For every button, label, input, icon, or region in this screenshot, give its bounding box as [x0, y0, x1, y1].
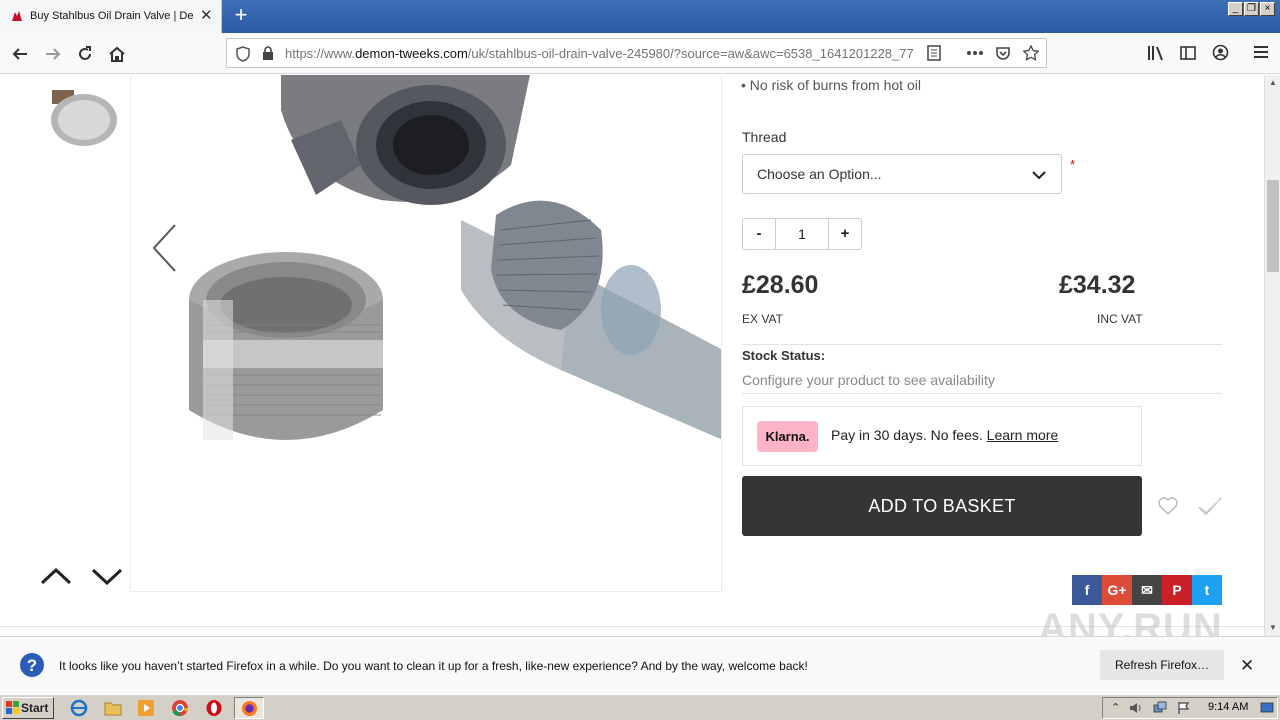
volume-icon[interactable]	[1129, 701, 1143, 715]
oil-drain-valve-image	[189, 75, 721, 440]
notification-message: It looks like you haven’t started Firefo…	[59, 659, 808, 673]
back-button[interactable]	[8, 42, 32, 66]
chevron-down-icon	[91, 568, 123, 586]
page-actions-icon[interactable]	[966, 50, 984, 56]
compare-check-icon[interactable]	[1197, 495, 1223, 517]
account-icon[interactable]	[1212, 44, 1229, 61]
inc-vat-label: INC VAT	[1097, 312, 1143, 326]
product-thumbnail[interactable]	[44, 88, 120, 150]
scroll-down-arrow-icon[interactable]: ▼	[1268, 623, 1278, 633]
share-pinterest-button[interactable]: P	[1162, 575, 1192, 605]
notification-close-icon[interactable]: ✕	[1240, 656, 1254, 676]
media-player-icon[interactable]	[137, 699, 155, 717]
chevron-left-icon	[152, 224, 176, 272]
internet-explorer-icon[interactable]	[70, 699, 88, 717]
quantity-increase-button[interactable]: +	[828, 219, 861, 249]
required-indicator: *	[1070, 157, 1076, 172]
refresh-firefox-button[interactable]: Refresh Firefox…	[1100, 650, 1224, 680]
minimize-window-button[interactable]: _	[1228, 2, 1243, 16]
home-button[interactable]	[105, 42, 129, 66]
feature-bullet-text: No risk of burns from hot oil	[749, 77, 921, 93]
price-ex-vat: £28.60	[742, 271, 819, 299]
forward-button[interactable]	[41, 42, 65, 66]
tab-close-icon[interactable]: ✕	[200, 8, 213, 23]
firefox-icon	[241, 700, 258, 717]
stock-status-label: Stock Status:	[742, 348, 826, 363]
forward-arrow-icon	[46, 48, 61, 60]
thread-select-value: Choose an Option...	[757, 166, 882, 182]
scroll-up-arrow-icon[interactable]: ▲	[1268, 78, 1278, 88]
firefox-taskbar-button[interactable]	[234, 697, 264, 719]
add-to-basket-button[interactable]: ADD TO BASKET	[742, 476, 1142, 536]
lock-icon[interactable]	[262, 46, 274, 61]
thumbnail-scroll-up-button[interactable]	[40, 567, 72, 588]
browser-tab[interactable]: Buy Stahlbus Oil Drain Valve | Demon Twe…	[0, 0, 222, 33]
pocket-icon[interactable]	[995, 45, 1011, 61]
product-page: • No risk of burns from hot oil Thread C…	[0, 75, 1264, 628]
hamburger-menu-icon[interactable]	[1253, 45, 1269, 59]
share-google-plus-button[interactable]: G+	[1102, 575, 1132, 605]
start-button[interactable]: Start	[2, 697, 54, 719]
ex-vat-label: EX VAT	[742, 312, 783, 326]
klarna-logo: Klarna.	[757, 421, 818, 452]
chrome-icon[interactable]	[171, 699, 189, 717]
klarna-banner: Klarna. Pay in 30 days. No fees. Learn m…	[742, 406, 1142, 466]
thread-select[interactable]: Choose an Option...	[742, 154, 1062, 194]
windows-taskbar: Start ⌃ 9:14 AM	[0, 694, 1280, 720]
share-facebook-button[interactable]: f	[1072, 575, 1102, 605]
tray-expand-icon[interactable]: ⌃	[1111, 701, 1120, 714]
url-text[interactable]: https://www.demon-tweeks.com/uk/stahlbus…	[285, 46, 921, 61]
reader-view-icon[interactable]	[927, 45, 941, 61]
network-icon[interactable]	[1153, 701, 1167, 715]
divider	[742, 393, 1222, 394]
taskbar-clock: 9:14 AM	[1208, 701, 1249, 713]
chevron-up-icon	[40, 567, 72, 585]
system-tray: ⌃	[1102, 697, 1278, 719]
sidebar-toggle-icon[interactable]	[1180, 45, 1196, 61]
klarna-message: Pay in 30 days. No fees. Learn more	[831, 427, 1059, 443]
opera-icon[interactable]	[205, 699, 223, 717]
firefox-notification-bar: ? It looks like you haven’t started Fire…	[0, 636, 1280, 693]
demon-tweeks-favicon-icon	[12, 11, 22, 21]
home-icon	[109, 46, 125, 62]
address-bar[interactable]: https://www.demon-tweeks.com/uk/stahlbus…	[226, 38, 1047, 68]
new-tab-button[interactable]: +	[231, 4, 251, 26]
tracking-protection-shield-icon[interactable]	[236, 46, 250, 62]
thread-label: Thread	[742, 129, 787, 145]
close-window-button[interactable]: ×	[1260, 2, 1275, 16]
reload-button[interactable]	[73, 42, 97, 66]
product-main-image	[130, 75, 722, 592]
reload-icon	[79, 46, 91, 60]
back-arrow-icon	[12, 48, 27, 60]
feature-bullet: • No risk of burns from hot oil	[741, 77, 921, 93]
quantity-stepper: - 1 +	[742, 218, 862, 250]
bookmark-star-icon[interactable]	[1023, 45, 1039, 61]
library-icon[interactable]	[1147, 45, 1165, 61]
start-label: Start	[21, 701, 49, 715]
tab-title: Buy Stahlbus Oil Drain Valve | Demon Twe…	[30, 10, 194, 22]
thumbnail-scroll-down-button[interactable]	[91, 567, 123, 588]
page-scrollbar[interactable]: ▲ ▼	[1264, 75, 1280, 636]
price-inc-vat: £34.32	[1059, 271, 1136, 299]
wishlist-heart-icon[interactable]	[1157, 496, 1179, 516]
stock-status-text: Configure your product to see availabili…	[742, 372, 995, 388]
quantity-input[interactable]: 1	[777, 219, 827, 249]
svg-text:?: ?	[27, 656, 37, 675]
show-desktop-icon[interactable]	[1260, 701, 1274, 715]
quantity-decrease-button[interactable]: -	[743, 219, 776, 249]
explorer-folder-icon[interactable]	[104, 699, 122, 717]
windows-logo-icon	[6, 701, 19, 714]
chevron-down-icon	[1032, 171, 1046, 180]
share-email-button[interactable]: ✉	[1132, 575, 1162, 605]
question-icon: ?	[20, 653, 44, 677]
tab-bar: Buy Stahlbus Oil Drain Valve | Demon Twe…	[0, 0, 1280, 33]
restore-window-button[interactable]: ❐	[1244, 2, 1259, 16]
divider	[742, 344, 1222, 345]
navigation-toolbar: https://www.demon-tweeks.com/uk/stahlbus…	[0, 33, 1280, 74]
action-center-flag-icon[interactable]	[1177, 701, 1191, 715]
klarna-learn-more-link[interactable]: Learn more	[987, 427, 1059, 443]
previous-image-button[interactable]	[151, 223, 179, 276]
share-twitter-button[interactable]: t	[1192, 575, 1222, 605]
scrollbar-thumb[interactable]	[1267, 180, 1279, 272]
